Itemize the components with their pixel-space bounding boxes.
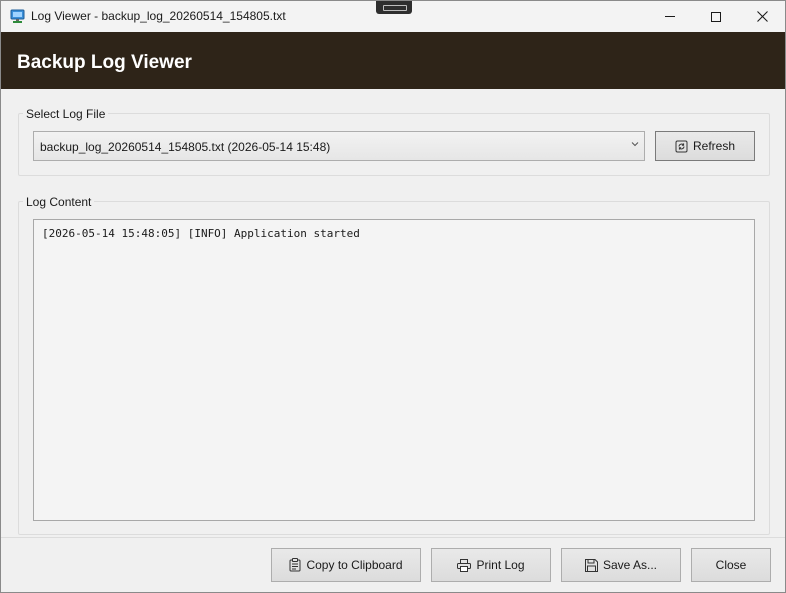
close-label: Close <box>715 558 747 572</box>
page-title: Backup Log Viewer <box>17 52 192 73</box>
select-log-file-label: Select Log File <box>23 107 109 121</box>
monitor-network-icon <box>10 9 25 24</box>
log-line: [2026-05-14 15:48:05] [INFO] Application… <box>42 227 360 240</box>
app-header: Backup Log Viewer <box>1 32 785 89</box>
refresh-label: Refresh <box>692 139 736 153</box>
close-button[interactable]: Close <box>691 548 771 582</box>
close-window-button[interactable] <box>739 1 785 32</box>
maximize-button[interactable] <box>693 1 739 32</box>
save-as-button[interactable]: Save As... <box>561 548 681 582</box>
maximize-icon <box>711 11 721 22</box>
selected-log-file: backup_log_20260514_154805.txt (2026-05-… <box>40 140 331 154</box>
log-content-label: Log Content <box>23 195 95 209</box>
log-file-select[interactable]: backup_log_20260514_154805.txt (2026-05-… <box>33 131 645 161</box>
chevron-down-icon <box>630 140 640 150</box>
close-icon <box>756 11 768 22</box>
print-label: Print Log <box>476 558 525 572</box>
floppy-disk-icon <box>584 558 598 572</box>
snap-layout-handle[interactable] <box>376 1 412 14</box>
print-log-button[interactable]: Print Log <box>431 548 551 582</box>
log-content-textarea[interactable]: [2026-05-14 15:48:05] [INFO] Application… <box>33 219 755 521</box>
minimize-icon <box>665 16 675 17</box>
clipboard-icon <box>289 558 301 572</box>
copy-to-clipboard-button[interactable]: Copy to Clipboard <box>271 548 421 582</box>
log-viewer-window: Log Viewer - backup_log_20260514_154805.… <box>0 0 786 593</box>
refresh-icon <box>675 140 688 153</box>
title-bar[interactable]: Log Viewer - backup_log_20260514_154805.… <box>1 1 785 32</box>
save-label: Save As... <box>602 558 658 572</box>
copy-label: Copy to Clipboard <box>306 558 403 572</box>
printer-icon <box>457 558 472 572</box>
minimize-button[interactable] <box>647 1 693 32</box>
window-title: Log Viewer - backup_log_20260514_154805.… <box>31 9 286 23</box>
refresh-button[interactable]: Refresh <box>655 131 755 161</box>
